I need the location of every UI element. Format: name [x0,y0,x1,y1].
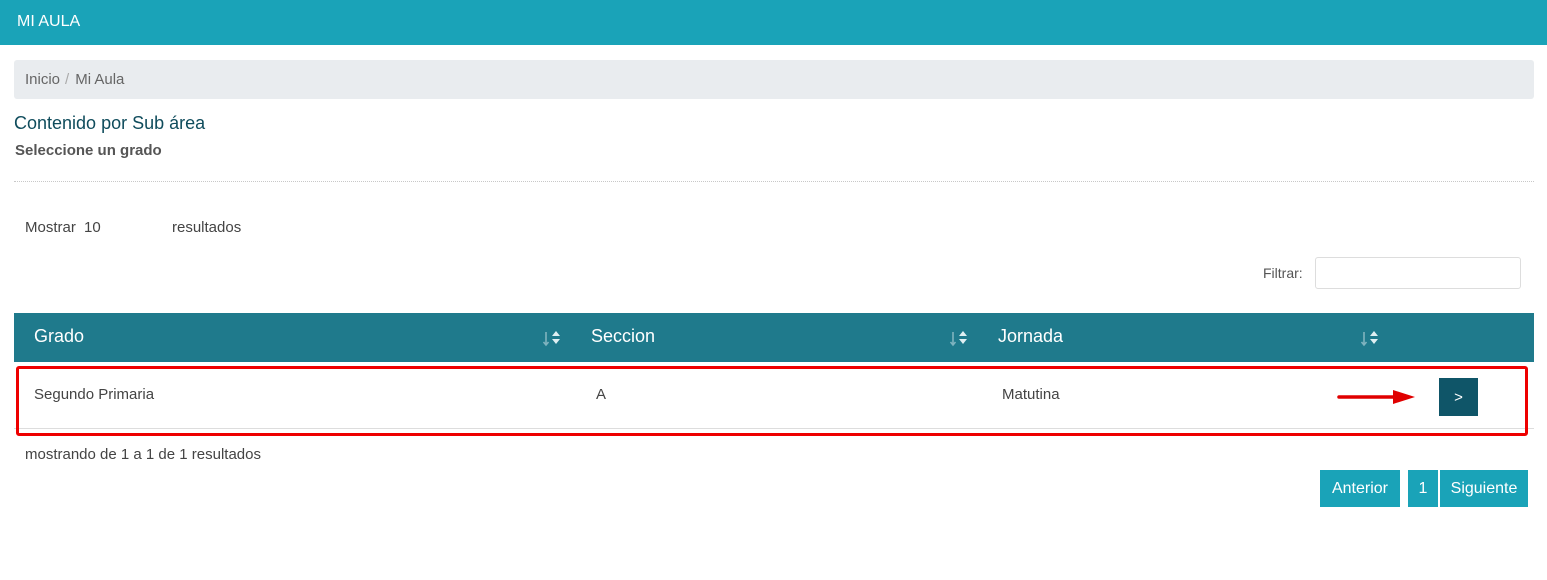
length-menu-select[interactable]: 10 [84,219,101,236]
sort-icon[interactable] [949,328,971,348]
filter-label: Filtrar: [1263,265,1303,281]
sort-icon[interactable] [542,328,564,348]
select-grade-button[interactable]: > [1439,378,1478,416]
page-subtitle: Seleccione un grado [15,142,162,159]
divider [14,181,1534,182]
next-page-button[interactable]: Siguiente [1440,470,1528,507]
highlight-box [16,366,1528,436]
breadcrumb: Inicio / Mi Aula [14,60,1534,99]
column-header-grado[interactable]: Grado [34,326,84,347]
breadcrumb-item-inicio[interactable]: Inicio [25,71,60,88]
sort-icon[interactable] [1360,328,1382,348]
previous-page-button[interactable]: Anterior [1320,470,1400,507]
breadcrumb-item-mi-aula: Mi Aula [75,71,125,88]
page-1-button[interactable]: 1 [1408,470,1438,507]
top-bar: MI AULA [0,0,1547,45]
breadcrumb-separator: / [65,71,70,88]
length-menu-label: Mostrar [25,219,76,236]
page-title: Contenido por Sub área [14,113,206,133]
table-info: mostrando de 1 a 1 de 1 resultados [25,446,261,463]
length-menu-suffix: resultados [172,219,242,236]
filter-input[interactable] [1315,257,1521,289]
column-header-jornada[interactable]: Jornada [998,326,1063,347]
arrow-right-icon [1337,390,1415,404]
column-header-seccion[interactable]: Seccion [591,326,655,347]
table-header: Grado Seccion Jornada [14,313,1534,362]
app-title: MI AULA [17,13,81,30]
